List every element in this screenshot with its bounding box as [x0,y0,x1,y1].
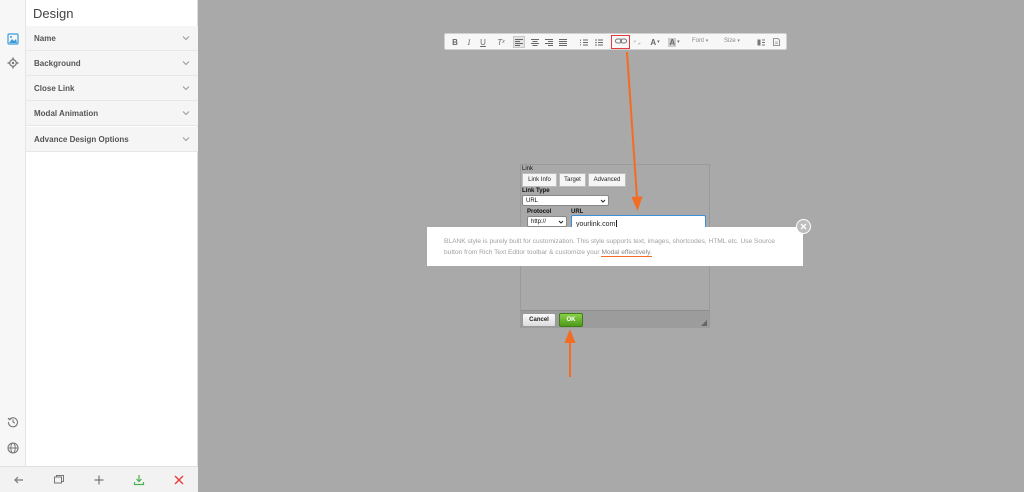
chevron-down-icon [600,199,606,203]
banner-close-button[interactable] [796,219,811,234]
bottom-toolbar [0,466,198,492]
align-right-icon[interactable] [544,36,554,48]
close-icon [800,223,807,230]
gear-icon[interactable] [5,55,21,71]
dialog-footer: Cancel OK [521,310,709,328]
accordion-name[interactable]: Name [26,26,198,51]
accordion-label: Background [34,58,81,68]
accordion-close-link[interactable]: Close Link [26,76,198,101]
tab-link-info[interactable]: Link Info [522,173,557,187]
protocol-label: Protocol [527,209,552,215]
align-center-icon[interactable] [530,36,540,48]
history-icon[interactable] [5,414,21,430]
bullet-list-icon[interactable] [594,36,604,48]
background-color-icon[interactable]: A ▾ [667,36,681,48]
close-x-icon[interactable] [171,472,187,488]
chevron-down-icon [182,36,190,41]
accordion-label: Advance Design Options [34,134,129,144]
banner-link[interactable]: Modal effectively. [601,249,652,257]
accordion-label: Close Link [34,83,75,93]
align-left-icon[interactable] [513,36,525,48]
tab-advanced[interactable]: Advanced [588,173,626,187]
unlink-icon[interactable] [632,36,641,48]
clear-format-icon[interactable]: Tx [496,36,506,48]
banner-text: BLANK style is purely built for customiz… [444,236,794,258]
annotation-arrowhead [564,329,576,343]
design-panel: Design Name Background Close Link Modal … [26,0,198,466]
align-justify-icon[interactable] [558,36,568,48]
ok-button[interactable]: OK [559,313,583,327]
chevron-down-icon [182,86,190,91]
source-icon[interactable] [771,36,781,48]
image-icon[interactable] [5,31,21,47]
tab-target[interactable]: Target [559,173,586,187]
text-color-icon[interactable]: A ▾ [648,36,662,48]
numbered-list-icon[interactable] [579,36,589,48]
preview-icon[interactable] [51,472,67,488]
link-type-label: Link Type [522,188,550,194]
size-dropdown[interactable]: Size ▾ [724,38,740,44]
link-button[interactable] [611,35,630,49]
link-icon [615,38,627,44]
size-label: Size [724,38,736,44]
underline-icon[interactable]: U [479,36,487,48]
font-label: Font [692,38,705,44]
cancel-button[interactable]: Cancel [522,313,556,327]
bold-icon[interactable]: B [451,36,459,48]
info-banner: BLANK style is purely built for customiz… [427,227,803,266]
link-type-value: URL [526,197,539,204]
chevron-down-icon [182,61,190,66]
link-type-select[interactable]: URL [522,195,609,206]
accordion-label: Name [34,33,56,43]
font-dropdown[interactable]: Font ▾ [692,38,708,44]
plus-icon[interactable] [91,472,107,488]
icon-rail [0,0,26,466]
chevron-down-icon [182,111,190,116]
show-blocks-icon[interactable] [756,36,766,48]
accordion-background[interactable]: Background [26,51,198,76]
italic-icon[interactable]: I [465,36,473,48]
protocol-select[interactable]: http:// [527,216,567,227]
chevron-down-icon [182,137,190,142]
accordion-label: Modal Animation [34,108,99,118]
download-icon[interactable] [131,472,147,488]
dialog-title: Link [522,166,534,172]
rich-text-toolbar: B I U Tx A ▾ A ▾ Font ▾ Size ▾ [444,33,787,50]
panel-title: Design [33,6,74,21]
protocol-value: http:// [531,218,547,225]
globe-icon[interactable] [5,440,21,456]
chevron-down-icon [558,220,564,224]
accordion-modal-animation[interactable]: Modal Animation [26,101,198,126]
resize-handle-icon[interactable] [701,320,707,326]
accordion-advance-design-options[interactable]: Advance Design Options [26,127,198,152]
back-arrow-icon[interactable] [11,472,27,488]
